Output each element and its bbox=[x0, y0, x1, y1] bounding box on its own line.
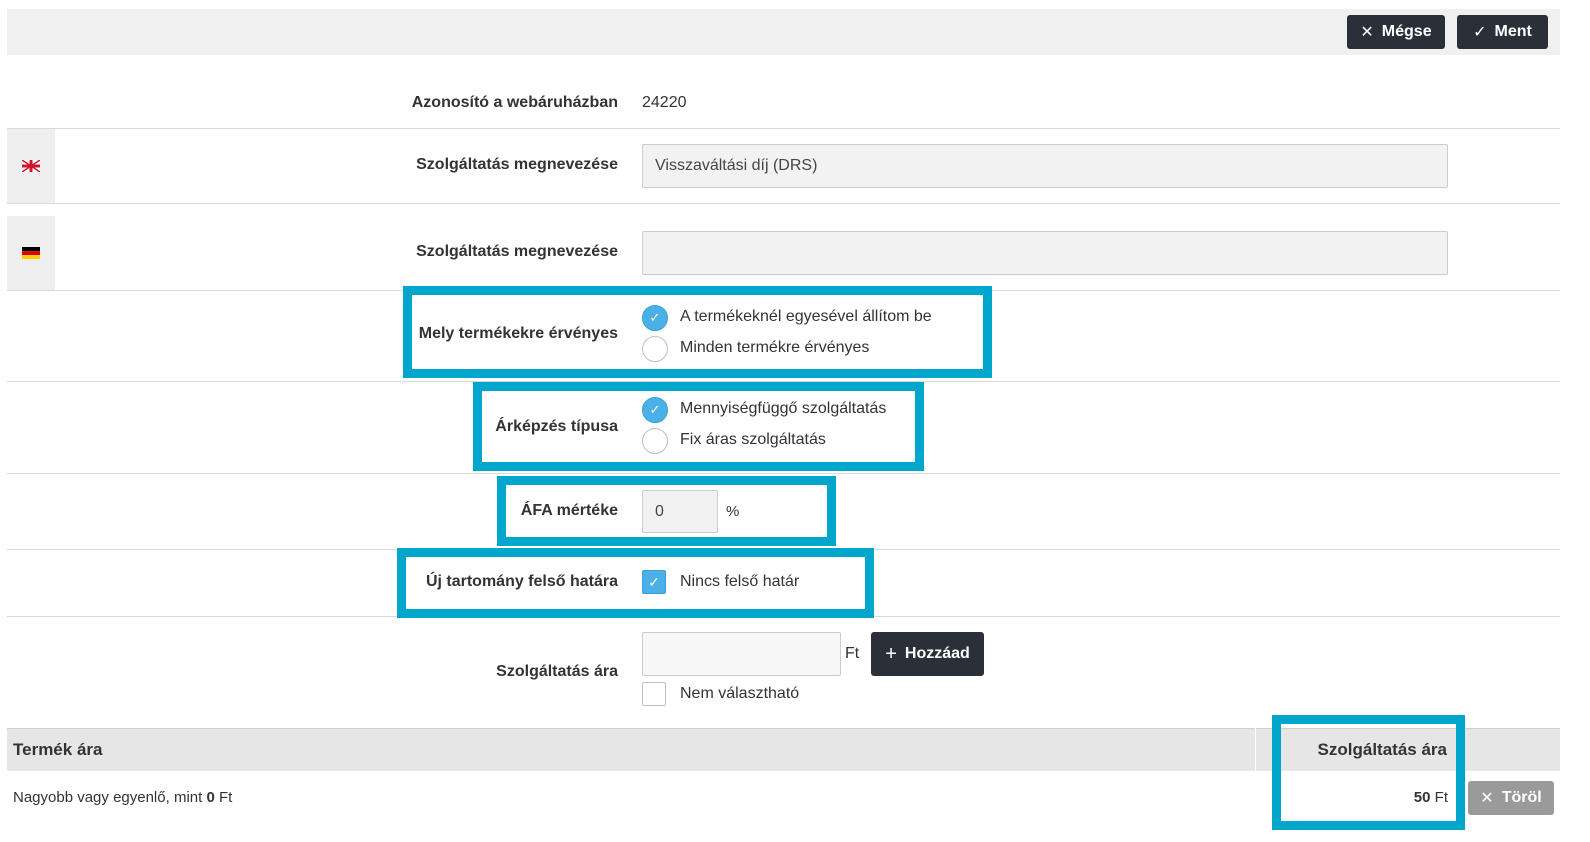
save-button-label: Ment bbox=[1494, 23, 1532, 40]
column-divider bbox=[1255, 728, 1256, 771]
service-name-de-label: Szolgáltatás megnevezése bbox=[416, 243, 618, 260]
row-divider bbox=[7, 203, 1560, 204]
condition-value: 0 bbox=[206, 789, 215, 806]
cancel-button-label: Mégse bbox=[1381, 23, 1432, 40]
delete-button[interactable]: ✕ Töröl bbox=[1468, 781, 1554, 815]
not-selectable-label: Nem választható bbox=[680, 685, 800, 702]
service-price-label: Szolgáltatás ára bbox=[496, 663, 618, 680]
add-button[interactable]: + Hozzáad bbox=[871, 632, 984, 676]
uk-flag-icon bbox=[22, 160, 40, 172]
add-button-label: Hozzáad bbox=[904, 645, 970, 662]
condition-unit: Ft bbox=[218, 789, 233, 806]
checkmark-icon: ✓ bbox=[1473, 24, 1487, 41]
service-name-de-input[interactable] bbox=[642, 231, 1448, 275]
highlight-box-pricing-type bbox=[473, 382, 924, 471]
not-selectable-checkbox[interactable] bbox=[642, 682, 666, 706]
close-icon: ✕ bbox=[1480, 790, 1494, 807]
plus-icon: + bbox=[885, 642, 897, 665]
webshop-id-value: 24220 bbox=[642, 94, 687, 111]
table-row-condition: Nagyobb vagy egyenlő, mint 0 Ft bbox=[13, 789, 232, 806]
highlight-box-upper-bound bbox=[397, 548, 874, 618]
flag-cell-en bbox=[7, 129, 55, 203]
delete-button-label: Töröl bbox=[1501, 789, 1542, 806]
save-button[interactable]: ✓ Ment bbox=[1457, 15, 1548, 49]
highlight-box-applies-to bbox=[403, 286, 992, 378]
row-divider bbox=[7, 128, 1560, 129]
toolbar bbox=[7, 9, 1560, 55]
flag-cell-de bbox=[7, 216, 55, 290]
german-flag-icon bbox=[22, 247, 40, 259]
condition-prefix: Nagyobb vagy egyenlő, mint bbox=[13, 789, 203, 806]
service-name-en-input[interactable] bbox=[642, 144, 1448, 188]
cancel-button[interactable]: ✕ Mégse bbox=[1347, 15, 1445, 49]
close-icon: ✕ bbox=[1360, 24, 1374, 41]
highlight-box-vat bbox=[497, 476, 836, 546]
service-price-input[interactable] bbox=[642, 632, 841, 676]
webshop-id-label: Azonosító a webáruházban bbox=[411, 94, 618, 111]
highlight-box-service-price-column bbox=[1272, 715, 1465, 830]
service-price-unit: Ft bbox=[845, 645, 860, 662]
column-header-product-price: Termék ára bbox=[13, 740, 103, 759]
row-divider bbox=[7, 473, 1560, 474]
service-name-en-label: Szolgáltatás megnevezése bbox=[416, 156, 618, 173]
